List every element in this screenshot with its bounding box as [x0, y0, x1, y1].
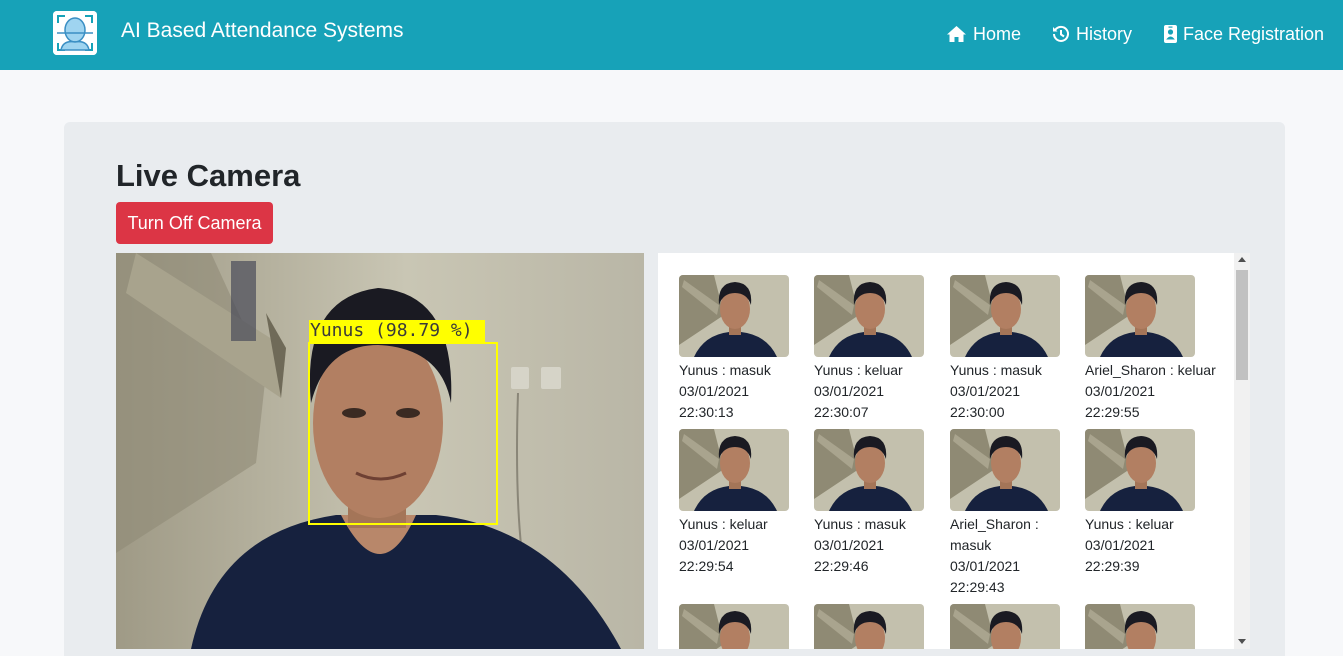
brand-title[interactable]: AI Based Attendance Systems [121, 19, 404, 43]
history-date: 03/01/2021 [1085, 537, 1156, 553]
attendance-photo [814, 429, 924, 511]
history-time: 22:30:00 [950, 404, 1005, 420]
history-caption: Yunus : masuk 03/01/2021 22:29:46 [814, 514, 944, 577]
history-date: 03/01/2021 [1085, 383, 1156, 399]
nav-home-label: Home [973, 23, 1022, 44]
attendance-photo [814, 275, 924, 357]
turn-off-camera-button[interactable]: Turn Off Camera [116, 202, 273, 244]
history-caption: Yunus : keluar 03/01/2021 22:29:54 [679, 514, 809, 577]
history-person-status-cont: masuk [950, 537, 992, 553]
history-person-status: Yunus : masuk [814, 516, 906, 532]
history-date: 03/01/2021 [679, 537, 750, 553]
scroll-up-arrow-icon[interactable] [1238, 257, 1246, 262]
page-title: Live Camera [116, 158, 301, 193]
history-person-status: Ariel_Sharon : [950, 516, 1039, 532]
face-scan-logo-icon[interactable] [53, 11, 97, 55]
history-person-status: Yunus : masuk [950, 362, 1042, 378]
history-time: 22:29:43 [950, 579, 1005, 595]
attendance-photo [679, 604, 789, 649]
nav-history-label: History [1076, 23, 1133, 44]
history-date: 03/01/2021 [814, 537, 885, 553]
attendance-history-list[interactable]: Yunus : masuk 03/01/2021 22:30:13 Yunus : k… [658, 253, 1250, 649]
attendance-photo [679, 429, 789, 511]
history-caption: Ariel_Sharon : keluar 03/01/2021 22:29:55 [1085, 360, 1216, 423]
history-person-status: Yunus : masuk [679, 362, 771, 378]
history-date: 03/01/2021 [814, 383, 885, 399]
nav-face-registration[interactable]: Face Registration [1164, 21, 1324, 47]
history-date: 03/01/2021 [950, 558, 1021, 574]
history-date: 03/01/2021 [950, 383, 1021, 399]
attendance-photo [950, 275, 1060, 357]
history-time: 22:30:13 [679, 404, 734, 420]
id-badge-icon [1164, 25, 1177, 43]
history-time: 22:29:55 [1085, 404, 1140, 420]
history-date: 03/01/2021 [679, 383, 750, 399]
history-person-status: Yunus : keluar [814, 362, 903, 378]
history-person-status: Yunus : keluar [679, 516, 768, 532]
face-detection-label: Yunus (98.79 %) [309, 320, 485, 342]
history-person-status: Ariel_Sharon : keluar [1085, 362, 1216, 378]
navbar: AI Based Attendance Systems Home History… [0, 0, 1343, 70]
history-scrollbar[interactable] [1234, 253, 1250, 649]
history-time: 22:29:46 [814, 558, 869, 574]
attendance-photo [1085, 275, 1195, 357]
attendance-photo [1085, 429, 1195, 511]
attendance-photo [814, 604, 924, 649]
history-time: 22:29:39 [1085, 558, 1140, 574]
attendance-photo [1085, 604, 1195, 649]
history-icon [1052, 25, 1070, 43]
attendance-photo [950, 429, 1060, 511]
scroll-thumb[interactable] [1236, 270, 1248, 380]
nav-face-registration-label: Face Registration [1183, 23, 1325, 44]
history-caption: Yunus : masuk 03/01/2021 22:30:13 [679, 360, 809, 423]
nav-home[interactable]: Home [946, 21, 1021, 47]
face-bounding-box [308, 342, 498, 525]
history-caption: Yunus : masuk 03/01/2021 22:30:00 [950, 360, 1080, 423]
scroll-down-arrow-icon[interactable] [1238, 639, 1246, 644]
nav-history[interactable]: History [1052, 21, 1132, 47]
home-icon [946, 25, 967, 43]
history-caption: Ariel_Sharon : masuk 03/01/2021 22:29:43 [950, 514, 1080, 598]
history-caption: Yunus : keluar 03/01/2021 22:30:07 [814, 360, 944, 423]
attendance-photo [679, 275, 789, 357]
history-time: 22:30:07 [814, 404, 869, 420]
history-person-status: Yunus : keluar [1085, 516, 1174, 532]
attendance-photo [950, 604, 1060, 649]
history-time: 22:29:54 [679, 558, 734, 574]
history-caption: Yunus : keluar 03/01/2021 22:29:39 [1085, 514, 1215, 577]
